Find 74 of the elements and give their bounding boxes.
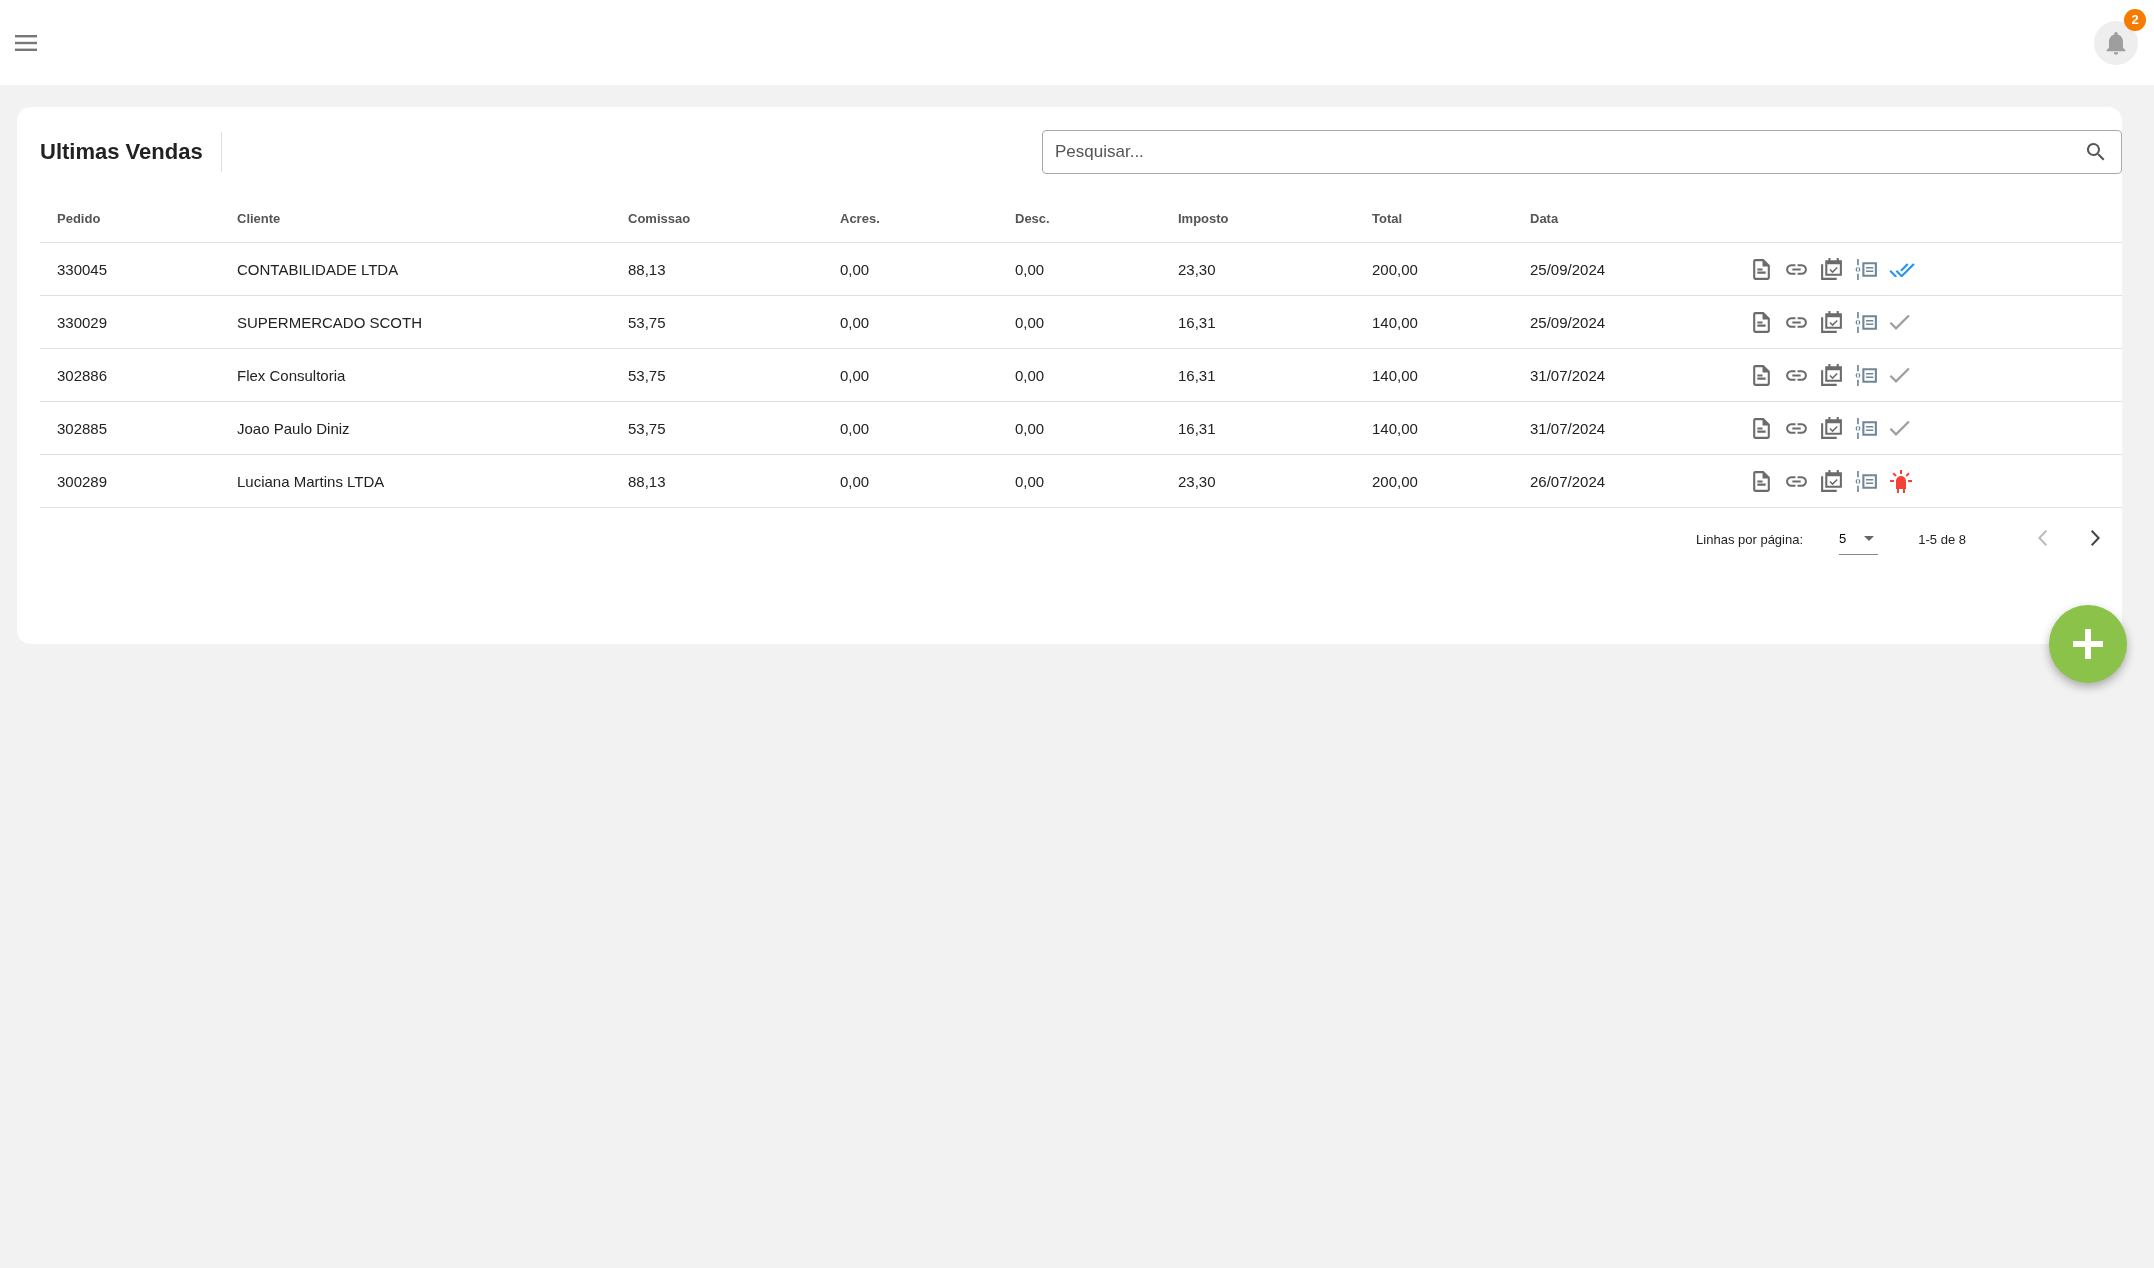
table-cell-text: 0,00	[839, 472, 871, 490]
double-check-icon[interactable]	[1889, 261, 1915, 277]
table-cell-text: 302885	[56, 419, 109, 437]
table-cell-text: Flex Consultoria	[236, 366, 347, 384]
table-cell-text: 140,00	[1371, 366, 1419, 384]
table-cell-text: 200,00	[1371, 260, 1419, 278]
calendar-check-icon[interactable]	[1819, 468, 1844, 494]
calendar-check-icon[interactable]	[1819, 415, 1844, 441]
list-icon[interactable]	[1854, 362, 1879, 388]
search-field[interactable]: Pesquisar...	[1042, 130, 2122, 174]
calendar-check-icon[interactable]	[1819, 309, 1844, 335]
caret-icon	[1864, 535, 1875, 541]
card-title: Ultimas Vendas	[40, 132, 222, 172]
check-icon[interactable]	[1889, 314, 1911, 330]
table-cell-text: 0,00	[1014, 313, 1046, 331]
page-range: 1-5 de 8	[1918, 532, 1966, 547]
chevron-right-icon	[2090, 530, 2100, 546]
rows-per-page-label: Linhas por página:	[1696, 532, 1804, 547]
table-cell-text: 0,00	[1014, 366, 1046, 384]
list-icon[interactable]	[1854, 415, 1879, 441]
column-header: Acres.	[839, 210, 881, 226]
table-cell-text: 16,31	[1177, 419, 1217, 437]
table-cell-text: 0,00	[1014, 472, 1046, 490]
table-cell-text: Luciana Martins LTDA	[236, 472, 386, 490]
table-cell-text: 0,00	[839, 260, 871, 278]
table-cell-text: 330045	[56, 260, 109, 278]
chevron-left-icon	[2038, 530, 2048, 546]
column-header: Data	[1529, 210, 1560, 226]
table-cell-text: 0,00	[1014, 260, 1046, 278]
table-cell-text: 16,31	[1177, 366, 1217, 384]
menu-icon[interactable]	[15, 34, 37, 51]
column-header: Pedido	[56, 210, 102, 226]
calendar-check-icon[interactable]	[1819, 256, 1844, 282]
list-icon[interactable]	[1854, 256, 1879, 282]
check-icon[interactable]	[1889, 420, 1911, 436]
table-cell-text: 330029	[56, 313, 109, 331]
table-cell-text: SUPERMERCADO SCOTH	[236, 313, 424, 331]
table-cell-text: Joao Paulo Diniz	[236, 419, 351, 437]
notification-badge: 2	[2124, 8, 2146, 31]
table-cell-text: 88,13	[627, 260, 667, 278]
calendar-check-icon[interactable]	[1819, 362, 1844, 388]
list-icon[interactable]	[1854, 468, 1879, 494]
table-cell-text: 140,00	[1371, 313, 1419, 331]
list-icon[interactable]	[1854, 309, 1879, 335]
column-header: Imposto	[1177, 210, 1230, 226]
table-cell-text: 88,13	[627, 472, 667, 490]
table-cell-text: 26/07/2024	[1529, 472, 1607, 490]
table-cell-text: 0,00	[839, 313, 871, 331]
table-cell-text: 0,00	[839, 366, 871, 384]
rows-per-page-select[interactable]: 5	[1839, 524, 1879, 555]
table-cell-text: 300289	[56, 472, 109, 490]
table-cell-text: 31/07/2024	[1529, 419, 1607, 437]
column-header: Desc.	[1014, 210, 1051, 226]
check-icon[interactable]	[1889, 367, 1911, 383]
column-header: Comissao	[627, 210, 692, 226]
table-cell-text: 23,30	[1177, 260, 1217, 278]
table-cell-text: CONTABILIDADE LTDA	[236, 260, 400, 278]
plus-icon	[2073, 629, 2103, 659]
table-cell-text: 302886	[56, 366, 109, 384]
table-cell-text: 16,31	[1177, 313, 1217, 331]
table-cell-text: 0,00	[1014, 419, 1046, 437]
column-header: Cliente	[236, 210, 282, 226]
table-cell-text: 53,75	[627, 419, 667, 437]
table-cell-text: 25/09/2024	[1529, 313, 1607, 331]
table-cell-text: 200,00	[1371, 472, 1419, 490]
table-cell-text: 53,75	[627, 366, 667, 384]
column-header: Total	[1371, 210, 1404, 226]
table-cell-text: 53,75	[627, 313, 667, 331]
alarm-light-icon[interactable]	[1889, 469, 1913, 493]
table-cell-text: 23,30	[1177, 472, 1217, 490]
table-cell-text: 140,00	[1371, 419, 1419, 437]
table-cell-text: 0,00	[839, 419, 871, 437]
table-cell-text: 31/07/2024	[1529, 366, 1607, 384]
table-cell-text: 25/09/2024	[1529, 260, 1607, 278]
